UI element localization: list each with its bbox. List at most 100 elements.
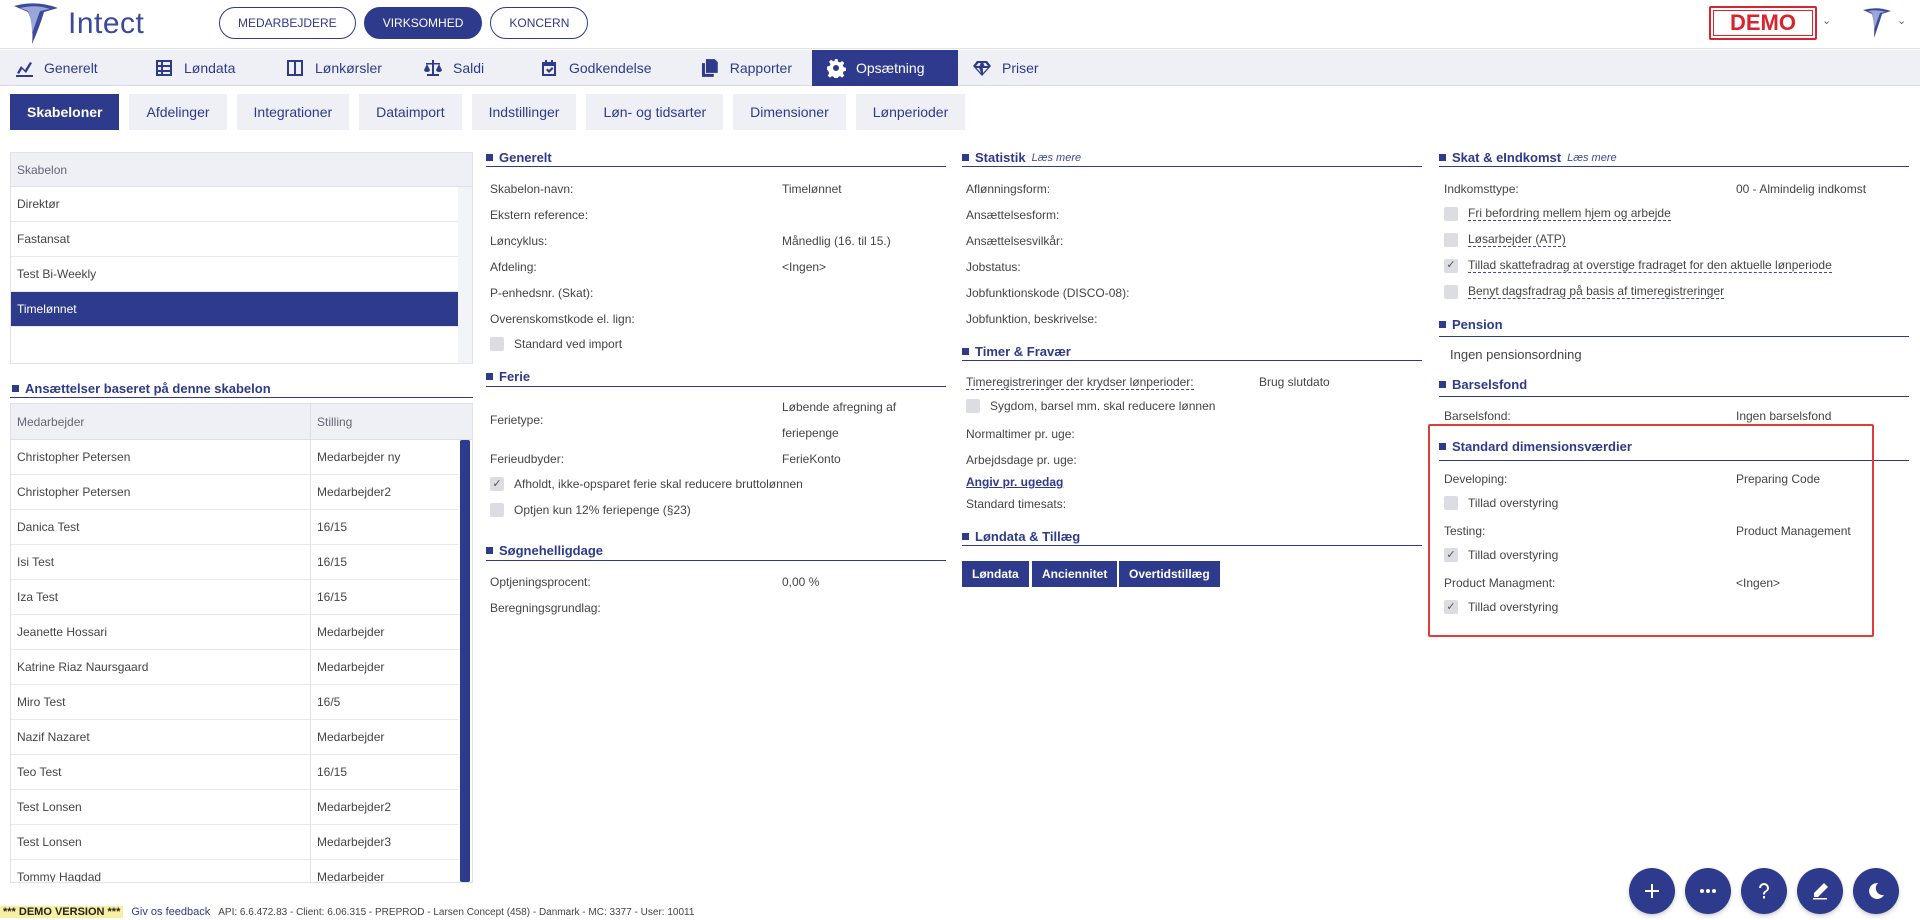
employments-table: Medarbejder Stilling Christopher Peterse… bbox=[10, 403, 473, 883]
nav-londata[interactable]: Løndata bbox=[140, 50, 271, 86]
list-item[interactable]: Test Bi-Weekly bbox=[11, 257, 459, 292]
table-row[interactable]: Tommy Haqdad Medarbejder bbox=[11, 860, 459, 883]
list-item[interactable]: Direktør bbox=[11, 187, 459, 222]
demo-badge[interactable]: DEMO bbox=[1709, 6, 1817, 40]
list-item-selected[interactable]: Timelønnet bbox=[11, 292, 459, 327]
edit-button[interactable] bbox=[1797, 868, 1843, 914]
scrollbar[interactable] bbox=[460, 440, 470, 882]
table-row[interactable]: Danica Test 16/15 bbox=[11, 510, 459, 545]
check-icon[interactable]: ✓ bbox=[1444, 258, 1458, 273]
add-button[interactable] bbox=[1629, 868, 1675, 914]
table-row[interactable]: Christopher Petersen Medarbejder ny bbox=[11, 440, 459, 475]
table-header: Medarbejder Stilling bbox=[11, 404, 472, 440]
table-row[interactable]: Isi Test 16/15 bbox=[11, 545, 459, 580]
template-name-label: Skabelon-navn: bbox=[490, 182, 574, 196]
scale-icon bbox=[424, 60, 442, 76]
department-value[interactable]: <Ingen> bbox=[782, 260, 826, 274]
londata-button[interactable]: Løndata bbox=[962, 561, 1029, 587]
section-title-barselsfond: Barselsfond bbox=[1439, 377, 1527, 392]
more-button[interactable] bbox=[1685, 868, 1731, 914]
pension-value[interactable]: Ingen pensionsordning bbox=[1450, 347, 1582, 362]
subtab-skabeloner[interactable]: Skabeloner bbox=[10, 94, 120, 130]
holiday-type-value[interactable]: Løbende afregning af feriepenge bbox=[782, 394, 896, 446]
nav-godkendelse[interactable]: Godkendelse bbox=[525, 50, 686, 86]
template-name-value[interactable]: Timelønnet bbox=[782, 182, 842, 196]
maternity-fund-value[interactable]: Ingen barselsfond bbox=[1736, 409, 1831, 423]
nav-saldi[interactable]: Saldi bbox=[409, 50, 525, 86]
list-item[interactable]: Fastansat bbox=[11, 222, 459, 257]
cross-period-value[interactable]: Brug slutdato bbox=[1259, 375, 1330, 389]
subtab-indstillinger[interactable]: Indstillinger bbox=[471, 94, 577, 130]
employee-name-cell: Nazif Nazaret bbox=[11, 720, 311, 754]
table-row[interactable]: Katrine Riaz Naursgaard Medarbejder bbox=[11, 650, 459, 685]
section-divider bbox=[1439, 336, 1909, 337]
help-button[interactable] bbox=[1741, 868, 1787, 914]
nav-generelt[interactable]: Generelt bbox=[0, 50, 140, 86]
weekday-link[interactable]: Angiv pr. ugedag bbox=[966, 475, 1063, 489]
free-transport-checkbox[interactable]: Fri befordring mellem hjem og arbejde bbox=[1444, 206, 1671, 221]
position-cell: 16/15 bbox=[317, 520, 348, 534]
read-more-link[interactable]: Læs mere bbox=[1567, 152, 1617, 164]
subtab-afdelinger[interactable]: Afdelinger bbox=[129, 94, 227, 130]
pencil-icon bbox=[1813, 883, 1828, 900]
read-more-link[interactable]: Læs mere bbox=[1032, 152, 1082, 164]
subtab-lon-og-tidsarter[interactable]: Løn- og tidsarter bbox=[586, 94, 724, 130]
subtab-lonperioder[interactable]: Lønperioder bbox=[855, 94, 966, 130]
dark-mode-button[interactable] bbox=[1853, 868, 1899, 914]
chevron-down-icon[interactable]: ⌄ bbox=[1822, 14, 1831, 27]
main-nav: Generelt Løndata Lønkørsler Saldi Godken… bbox=[0, 50, 1920, 86]
income-type-value[interactable]: 00 - Almindelig indkomst bbox=[1736, 182, 1866, 196]
table-row[interactable]: Iza Test 16/15 bbox=[11, 580, 459, 615]
tax-deduction-checkbox[interactable]: ✓ Tillad skattefradrag at overstige frad… bbox=[1444, 258, 1832, 273]
check-icon[interactable]: ✓ bbox=[490, 477, 504, 491]
column-header-position[interactable]: Stilling bbox=[311, 404, 459, 439]
checkbox-box[interactable] bbox=[1444, 232, 1458, 247]
only-12-percent-checkbox[interactable]: Optjen kun 12% feriepenge (§23) bbox=[490, 503, 691, 517]
subtab-integrationer[interactable]: Integrationer bbox=[236, 94, 350, 130]
intect-logo[interactable]: Intect bbox=[10, 2, 144, 46]
table-row[interactable]: Jeanette Hossari Medarbejder bbox=[11, 615, 459, 650]
column-header-employee[interactable]: Medarbejder bbox=[11, 404, 311, 439]
overtime-button[interactable]: Overtidstillæg bbox=[1119, 561, 1220, 587]
user-avatar-icon[interactable] bbox=[1860, 6, 1894, 40]
checkbox-box[interactable] bbox=[966, 399, 980, 413]
anciennitet-button[interactable]: Anciennitet bbox=[1032, 561, 1118, 587]
table-row[interactable]: Nazif Nazaret Medarbejder bbox=[11, 720, 459, 755]
table-row[interactable]: Test Lonsen Medarbejder2 bbox=[11, 790, 459, 825]
table-row[interactable]: Miro Test 16/5 bbox=[11, 685, 459, 720]
scrollbar[interactable] bbox=[458, 187, 472, 363]
checkbox-box[interactable] bbox=[1444, 284, 1458, 299]
tab-koncern[interactable]: KONCERN bbox=[490, 7, 589, 39]
earning-percent-value[interactable]: 0,00 % bbox=[782, 575, 819, 589]
intect-logo-icon bbox=[14, 3, 58, 45]
table-row[interactable]: Test Lonsen Medarbejder3 bbox=[11, 825, 459, 860]
checkbox-box[interactable] bbox=[490, 337, 504, 351]
casual-worker-checkbox[interactable]: Løsarbejder (ATP) bbox=[1444, 232, 1566, 247]
subtab-dataimport[interactable]: Dataimport bbox=[359, 94, 462, 130]
tab-virksomhed[interactable]: VIRKSOMHED bbox=[363, 7, 483, 39]
feedback-link[interactable]: Giv os feedback bbox=[131, 906, 210, 918]
salary-cycle-value[interactable]: Månedlig (16. til 15.) bbox=[782, 234, 891, 248]
nav-priser[interactable]: Priser bbox=[958, 50, 1068, 86]
subtab-dimensioner[interactable]: Dimensioner bbox=[733, 94, 846, 130]
checkbox-box[interactable] bbox=[1444, 206, 1458, 221]
nav-lonkorsler[interactable]: Lønkørsler bbox=[271, 50, 409, 86]
sick-reduce-checkbox[interactable]: Sygdom, barsel mm. skal reducere lønnen bbox=[966, 399, 1215, 413]
chevron-down-icon[interactable]: ⌄ bbox=[1897, 14, 1906, 27]
nav-opsaetning[interactable]: Opsætning bbox=[812, 50, 958, 86]
daily-deduction-checkbox[interactable]: Benyt dagsfradrag på basis af timeregist… bbox=[1444, 284, 1725, 299]
table-row[interactable]: Christopher Petersen Medarbejder2 bbox=[11, 475, 459, 510]
tab-medarbejdere[interactable]: MEDARBEJDERE bbox=[219, 7, 356, 39]
position-cell: Medarbejder bbox=[317, 870, 385, 883]
nav-rapporter[interactable]: Rapporter bbox=[686, 50, 812, 86]
position-cell: 16/15 bbox=[317, 555, 348, 569]
checkbox-box[interactable] bbox=[490, 503, 504, 517]
reduce-gross-checkbox[interactable]: ✓ Afholdt, ikke-opsparet ferie skal redu… bbox=[490, 477, 803, 491]
hourly-rate-label: Standard timesats: bbox=[966, 497, 1067, 511]
employment-form-label: Ansættelsesform: bbox=[966, 208, 1060, 222]
standard-import-checkbox[interactable]: Standard ved import bbox=[490, 337, 622, 351]
holiday-provider-label: Ferieudbyder: bbox=[490, 452, 565, 466]
top-tabs: MEDARBEJDERE VIRKSOMHED KONCERN bbox=[219, 7, 589, 39]
holiday-provider-value[interactable]: FerieKonto bbox=[782, 452, 841, 466]
table-row[interactable]: Teo Test 16/15 bbox=[11, 755, 459, 790]
